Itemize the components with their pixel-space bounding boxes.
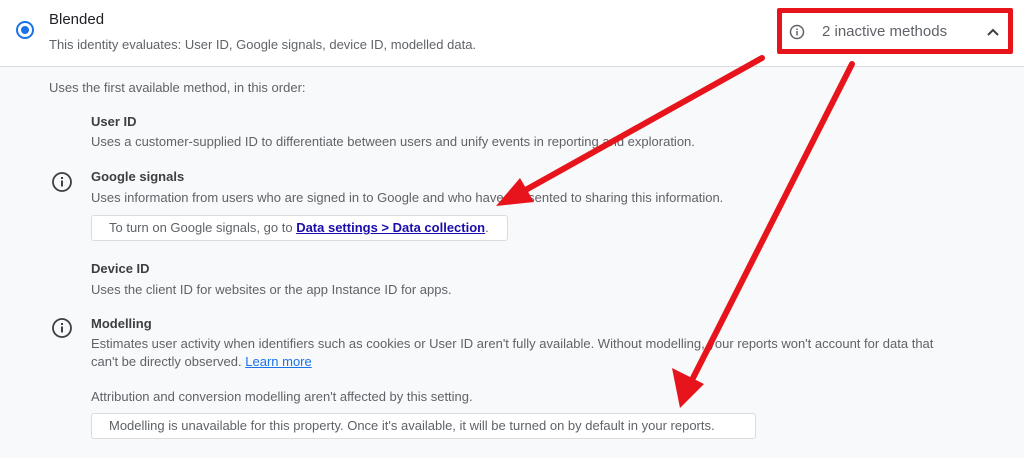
info-icon xyxy=(52,318,72,338)
notice-suffix: . xyxy=(485,220,489,235)
method-title-google-signals: Google signals xyxy=(91,169,185,184)
notice-prefix: To turn on Google signals, go to xyxy=(109,220,297,235)
info-icon xyxy=(52,172,72,192)
modelling-description-end: can't be directly observed. xyxy=(91,354,242,369)
modelling-note: Attribution and conversion modelling are… xyxy=(91,389,473,404)
method-description-device-id: Uses the client ID for websites or the a… xyxy=(91,282,452,297)
annotation-arrow-to-modelling xyxy=(672,61,855,408)
method-title-user-id: User ID xyxy=(91,114,137,129)
annotation-highlight-box xyxy=(777,8,1013,54)
blended-radio-button[interactable] xyxy=(16,21,34,39)
method-title-modelling: Modelling xyxy=(91,316,152,331)
method-description-google-signals: Uses information from users who are sign… xyxy=(91,190,724,205)
method-title-device-id: Device ID xyxy=(91,261,150,276)
annotation-arrow-to-google-signals xyxy=(496,55,765,206)
method-description-user-id: Uses a customer-supplied ID to different… xyxy=(91,134,695,149)
data-settings-link[interactable]: Data settings > Data collection xyxy=(296,220,485,235)
identity-option-header[interactable]: Blended This identity evaluates: User ID… xyxy=(0,0,1024,67)
modelling-notice: Modelling is unavailable for this proper… xyxy=(91,413,756,439)
method-description-modelling-line2: can't be directly observed. Learn more xyxy=(91,353,312,371)
option-description: This identity evaluates: User ID, Google… xyxy=(49,37,477,52)
option-title: Blended xyxy=(49,11,105,28)
method-description-modelling: Estimates user activity when identifiers… xyxy=(91,336,934,351)
google-signals-notice: To turn on Google signals, go to Data se… xyxy=(91,215,508,241)
methods-intro: Uses the first available method, in this… xyxy=(49,80,306,95)
learn-more-link[interactable]: Learn more xyxy=(245,354,311,369)
